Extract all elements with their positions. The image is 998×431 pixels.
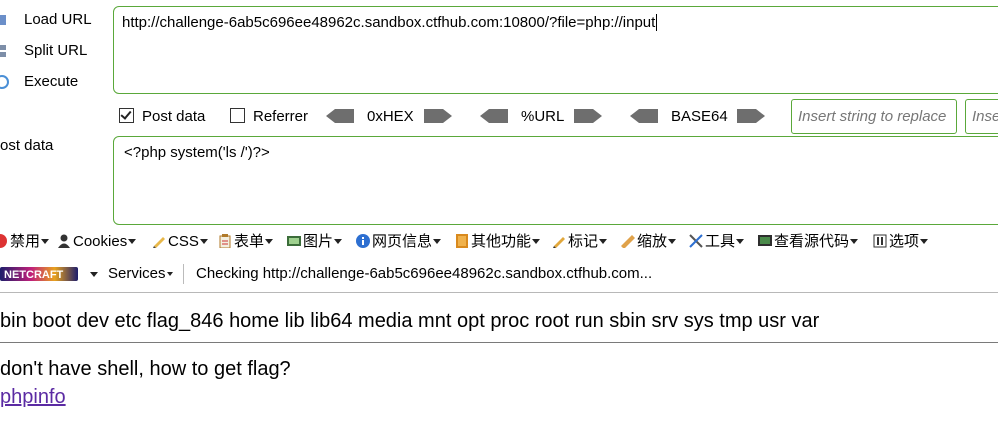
outline-menu[interactable]: 标记 [552,229,608,255]
horizontal-rule [0,342,998,343]
cookies-label: Cookies [73,233,128,250]
execute-label: Execute [24,73,79,90]
netcraft-logo-icon: NETCRAFT [0,267,78,281]
tools-icon [689,234,703,248]
replace-string-placeholder: Insert string to replace [798,108,947,125]
options-icon [873,234,887,248]
disable-menu[interactable]: 禁用 [0,229,50,255]
post-data-value: <?php system('ls /')?> [124,144,270,161]
cookies-menu[interactable]: Cookies [57,229,137,255]
replace-string-input[interactable]: Insert string to replace [791,99,957,134]
services-menu[interactable]: Services [108,261,173,287]
folder-icon [456,234,468,248]
misc-menu[interactable]: 其他功能 [455,229,541,255]
css-menu[interactable]: CSS [152,229,208,255]
css-label: CSS [168,233,199,250]
netcraft-menu-caret-icon[interactable] [90,272,98,277]
chevron-down-icon [920,239,929,244]
options-label: 选项 [889,233,920,250]
base64-encode-arrow-icon[interactable] [737,109,765,123]
view-source-menu[interactable]: 查看源代码 [758,229,859,255]
pencil-icon [153,237,165,248]
forms-label: 表单 [234,233,265,250]
resize-menu[interactable]: 缩放 [621,229,677,255]
split-url-label: Split URL [24,42,88,59]
info-label: 网页信息 [372,233,433,250]
directory-listing: bin boot dev etc flag_846 home lib lib64… [0,310,820,332]
post-data-label: ost data [0,137,54,154]
execute-button[interactable]: Execute [0,70,78,94]
web-developer-toolbar: 禁用 Cookies CSS 表单 图片 网页信息 其他功能 标记 缩放 工具 … [0,229,998,255]
netcraft-toolbar: NETCRAFT Services Checking http://challe… [0,261,998,287]
chevron-down-icon [850,239,859,244]
phpinfo-link[interactable]: phpinfo [0,385,66,409]
post-data-checkbox-label: Post data [142,108,206,125]
netcraft-status: Checking http://challenge-6ab5c696ee4896… [196,265,653,282]
split-url-button[interactable]: Split URL [0,39,87,63]
chevron-down-icon [41,239,50,244]
tools-label: 工具 [705,233,736,250]
url-input[interactable]: http://challenge-6ab5c696ee48962c.sandbo… [113,6,998,94]
marker-icon [553,237,565,248]
referrer-checkbox[interactable]: Referrer [230,108,308,126]
hex-encode-arrow-icon[interactable] [424,109,452,123]
ruler-icon [621,235,635,248]
netcraft-logo[interactable]: NETCRAFT [0,265,80,292]
disable-label: 禁用 [10,233,41,250]
chevron-down-icon [736,239,745,244]
chevron-down-icon [433,239,442,244]
url-decode-arrow-icon[interactable] [480,109,508,123]
view-source-label: 查看源代码 [774,233,850,250]
images-label: 图片 [303,233,334,250]
load-url-icon [0,12,10,28]
services-label: Services [108,265,166,282]
page-message: don't have shell, how to get flag? [0,358,291,380]
disable-icon [0,234,7,248]
url-encode-label: %URL [521,108,565,125]
load-url-button[interactable]: Load URL [0,8,92,32]
execute-icon [0,74,10,90]
toolbar-divider [0,292,998,293]
hex-decode-arrow-icon[interactable] [326,109,354,123]
chevron-down-icon [334,239,343,244]
resize-label: 缩放 [637,233,668,250]
base64-decode-arrow-icon[interactable] [630,109,658,123]
load-url-label: Load URL [24,11,92,28]
hex-label: 0xHEX [367,108,414,125]
user-icon [58,234,70,248]
options-menu[interactable]: 选项 [873,229,929,255]
post-data-input[interactable]: <?php system('ls /')?> [113,136,998,225]
chevron-down-icon [166,272,173,276]
misc-label: 其他功能 [471,233,532,250]
replacing-string-input[interactable]: Insert replacing string [965,99,998,134]
info-menu[interactable]: 网页信息 [356,229,442,255]
chevron-down-icon [599,239,608,244]
outline-label: 标记 [568,233,599,250]
images-menu[interactable]: 图片 [287,229,343,255]
chevron-down-icon [532,239,541,244]
monitor-icon [758,235,772,246]
forms-menu[interactable]: 表单 [218,229,274,255]
chevron-down-icon [128,239,137,244]
svg-text:NETCRAFT: NETCRAFT [4,269,64,281]
clipboard-icon [219,234,231,248]
url-encode-arrow-icon[interactable] [574,109,602,123]
replacing-string-placeholder: Insert replacing string [972,108,998,125]
info-icon [356,234,370,248]
tools-menu[interactable]: 工具 [689,229,745,255]
hackbar-panel: Load URL Split URL Execute http://challe… [0,0,998,230]
url-value: http://challenge-6ab5c696ee48962c.sandbo… [122,14,656,31]
split-url-icon [0,43,10,59]
referrer-checkbox-box[interactable] [230,108,245,123]
post-data-checkbox[interactable]: Post data [119,108,205,126]
post-data-checkbox-box[interactable] [119,108,134,123]
chevron-down-icon [265,239,274,244]
image-icon [287,236,301,246]
base64-label: BASE64 [671,108,728,125]
chevron-down-icon [199,239,208,244]
chevron-down-icon [668,239,677,244]
toolbar-separator [183,264,184,284]
referrer-checkbox-label: Referrer [253,108,309,125]
